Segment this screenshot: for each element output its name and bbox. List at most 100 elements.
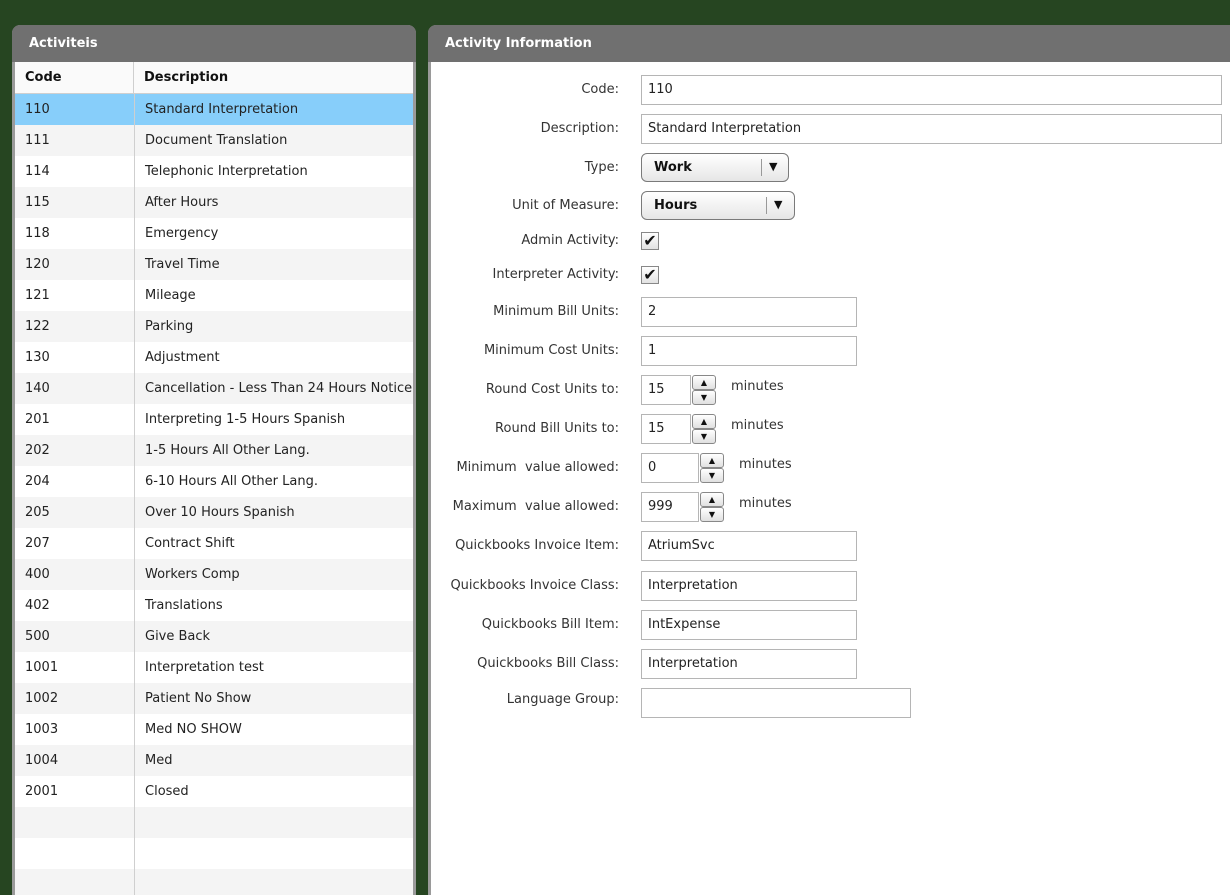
min-bill-units-field[interactable]: 2 [641, 297, 857, 327]
table-row[interactable]: 400 Workers Comp [15, 559, 413, 590]
spin-up-icon[interactable]: ▲ [700, 453, 724, 468]
qb-invoice-class-label: Quickbooks Invoice Class: [450, 578, 619, 593]
type-select-value: Work [654, 160, 692, 175]
cell-description: Give Back [145, 629, 211, 644]
table-row[interactable] [15, 838, 413, 869]
table-row[interactable] [15, 869, 413, 895]
table-row[interactable]: 110 Standard Interpretation [15, 94, 413, 125]
cell-description: Closed [145, 784, 189, 799]
cell-description [134, 807, 413, 838]
column-divider [134, 94, 135, 895]
cell-description: Translations [145, 598, 223, 613]
cell-code: 1003 [25, 722, 59, 737]
round-cost-spinner: ▲ ▼ [692, 375, 716, 405]
language-group-field[interactable] [641, 688, 911, 718]
cell-description: 1-5 Hours All Other Lang. [145, 443, 310, 458]
qb-invoice-item-field[interactable]: AtriumSvc [641, 531, 857, 561]
table-row[interactable]: 500 Give Back [15, 621, 413, 652]
activity-form: Code: 110 Description: Standard Interpre… [431, 62, 1230, 895]
table-row[interactable]: 122 Parking [15, 311, 413, 342]
table-row[interactable]: 2001 Closed [15, 776, 413, 807]
round-bill-units-unit: minutes [731, 418, 784, 433]
table-row[interactable]: 204 6-10 Hours All Other Lang. [15, 466, 413, 497]
cell-code: 111 [25, 133, 50, 148]
checkmark-icon: ✔ [643, 231, 657, 250]
spin-down-icon[interactable]: ▼ [700, 507, 724, 522]
round-bill-units-field[interactable]: 15 [641, 414, 691, 444]
table-row[interactable]: 120 Travel Time [15, 249, 413, 280]
checkmark-icon: ✔ [643, 265, 657, 284]
type-select[interactable]: Work ▼ [641, 153, 789, 182]
max-value-field[interactable]: 999 [641, 492, 699, 522]
interpreter-activity-label: Interpreter Activity: [492, 267, 619, 282]
cell-code: 2001 [25, 784, 59, 799]
table-row[interactable]: 1001 Interpretation test [15, 652, 413, 683]
cell-code: 140 [25, 381, 50, 396]
cell-description: Med NO SHOW [145, 722, 242, 737]
min-value-unit: minutes [739, 457, 792, 472]
spin-up-icon[interactable]: ▲ [692, 375, 716, 390]
cell-description: Standard Interpretation [145, 102, 299, 117]
code-label: Code: [581, 82, 619, 97]
admin-activity-checkbox[interactable]: ✔ [641, 232, 659, 250]
cell-description: Mileage [145, 288, 196, 303]
cell-code: 500 [25, 629, 50, 644]
language-group-label: Language Group: [506, 692, 619, 707]
table-row[interactable]: 118 Emergency [15, 218, 413, 249]
max-value-label: Maximum value allowed: [452, 499, 619, 514]
table-row[interactable]: 130 Adjustment [15, 342, 413, 373]
unit-of-measure-select[interactable]: Hours ▼ [641, 191, 795, 220]
table-row[interactable]: 121 Mileage [15, 280, 413, 311]
qb-invoice-class-field[interactable]: Interpretation [641, 571, 857, 601]
cell-description: Cancellation - Less Than 24 Hours Notice [145, 381, 413, 396]
table-row[interactable]: 1004 Med [15, 745, 413, 776]
cell-description: Telephonic Interpretation [145, 164, 308, 179]
cell-code: 201 [25, 412, 50, 427]
cell-description [134, 869, 413, 895]
spin-down-icon[interactable]: ▼ [692, 429, 716, 444]
unit-of-measure-value: Hours [654, 198, 698, 213]
column-header-description[interactable]: Description [134, 62, 413, 93]
table-row[interactable]: 202 1-5 Hours All Other Lang. [15, 435, 413, 466]
description-field[interactable]: Standard Interpretation [641, 114, 1222, 144]
cell-code: 115 [25, 195, 50, 210]
code-field[interactable]: 110 [641, 75, 1222, 105]
table-row[interactable]: 1003 Med NO SHOW [15, 714, 413, 745]
spin-up-icon[interactable]: ▲ [692, 414, 716, 429]
round-cost-units-field[interactable]: 15 [641, 375, 691, 405]
table-row[interactable]: 1002 Patient No Show [15, 683, 413, 714]
table-row[interactable]: 114 Telephonic Interpretation [15, 156, 413, 187]
qb-bill-class-label: Quickbooks Bill Class: [477, 656, 619, 671]
round-bill-spinner: ▲ ▼ [692, 414, 716, 444]
spin-up-icon[interactable]: ▲ [700, 492, 724, 507]
table-row[interactable]: 205 Over 10 Hours Spanish [15, 497, 413, 528]
activity-info-title: Activity Information [428, 25, 1230, 62]
type-label: Type: [584, 160, 619, 175]
cell-description: Contract Shift [145, 536, 235, 551]
cell-description: Interpreting 1-5 Hours Spanish [145, 412, 346, 427]
table-row[interactable]: 201 Interpreting 1-5 Hours Spanish [15, 404, 413, 435]
cell-description: Travel Time [145, 257, 220, 272]
interpreter-activity-checkbox[interactable]: ✔ [641, 266, 659, 284]
table-row[interactable]: 402 Translations [15, 590, 413, 621]
cell-code: 1002 [25, 691, 59, 706]
cell-code: 402 [25, 598, 50, 613]
unit-select-divider [766, 197, 767, 214]
min-cost-units-field[interactable]: 1 [641, 336, 857, 366]
table-row[interactable]: 140 Cancellation - Less Than 24 Hours Not… [15, 373, 413, 404]
spin-down-icon[interactable]: ▼ [700, 468, 724, 483]
cell-code [15, 869, 134, 895]
min-value-field[interactable]: 0 [641, 453, 699, 483]
admin-activity-label: Admin Activity: [521, 233, 619, 248]
cell-code: 121 [25, 288, 50, 303]
unit-of-measure-label: Unit of Measure: [512, 198, 619, 213]
qb-bill-class-field[interactable]: Interpretation [641, 649, 857, 679]
spin-down-icon[interactable]: ▼ [692, 390, 716, 405]
qb-bill-item-field[interactable]: IntExpense [641, 610, 857, 640]
table-row[interactable] [15, 807, 413, 838]
table-row[interactable]: 207 Contract Shift [15, 528, 413, 559]
table-row[interactable]: 111 Document Translation [15, 125, 413, 156]
cell-description: Med [145, 753, 173, 768]
column-header-code[interactable]: Code [15, 62, 134, 93]
table-row[interactable]: 115 After Hours [15, 187, 413, 218]
